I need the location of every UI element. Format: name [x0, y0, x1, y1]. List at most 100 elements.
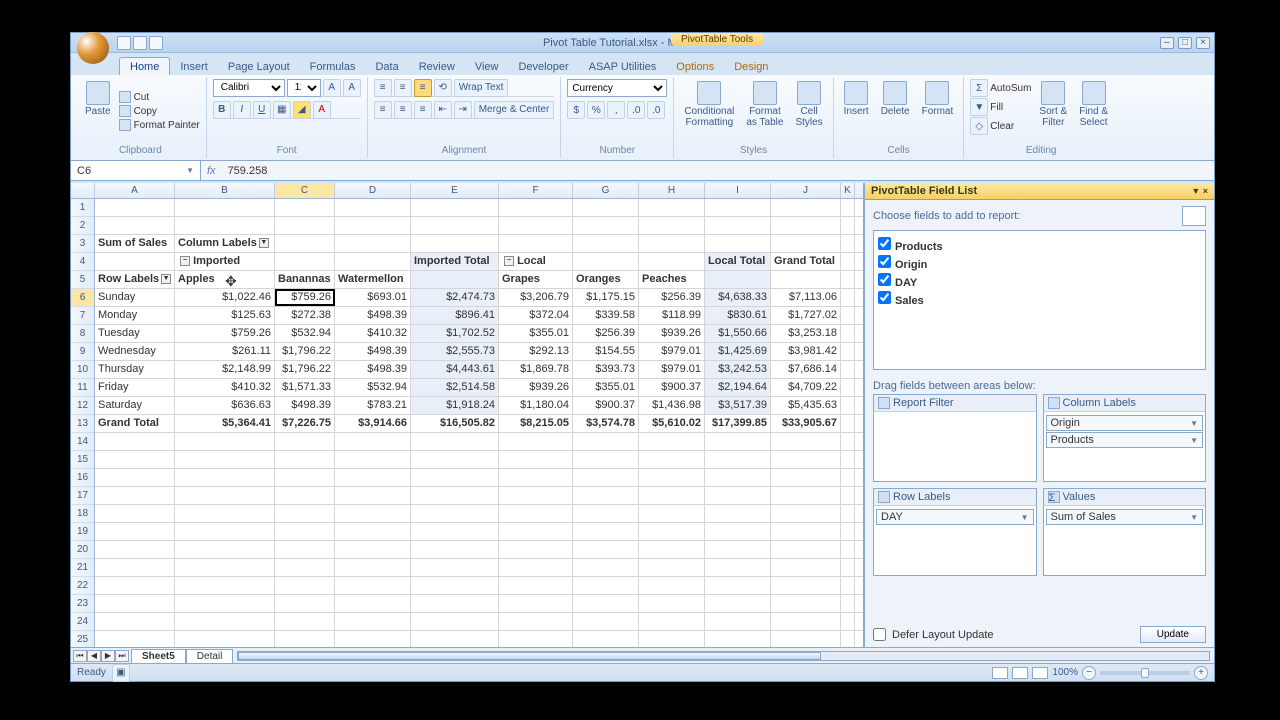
cell-F19[interactable] [499, 523, 573, 540]
row-header-13[interactable]: 13 [71, 415, 94, 433]
cell-A13[interactable]: Grand Total [95, 415, 175, 432]
cell-G8[interactable]: $256.39 [573, 325, 639, 342]
row-header-9[interactable]: 9 [71, 343, 94, 361]
cell-B25[interactable] [175, 631, 275, 648]
cell-J5[interactable] [771, 271, 841, 288]
cell-J4[interactable]: Grand Total [771, 253, 841, 270]
cell-F10[interactable]: $1,869.78 [499, 361, 573, 378]
tab-view[interactable]: View [465, 58, 509, 75]
cell-G15[interactable] [573, 451, 639, 468]
align-bottom-button[interactable]: ≡ [414, 79, 432, 97]
cell-A3[interactable]: Sum of Sales [95, 235, 175, 252]
cell-K18[interactable] [841, 505, 855, 522]
cell-D13[interactable]: $3,914.66 [335, 415, 411, 432]
cell-G14[interactable] [573, 433, 639, 450]
cell-K14[interactable] [841, 433, 855, 450]
cell-A11[interactable]: Friday [95, 379, 175, 396]
cell-C22[interactable] [275, 577, 335, 594]
cell-B5[interactable]: Apples [175, 271, 275, 288]
cell-C10[interactable]: $1,796.22 [275, 361, 335, 378]
cell-A21[interactable] [95, 559, 175, 576]
column-header-H[interactable]: H [639, 183, 705, 198]
row-header-16[interactable]: 16 [71, 469, 94, 487]
cell-D5[interactable]: Watermellon [335, 271, 411, 288]
cell-D1[interactable] [335, 199, 411, 216]
cut-button[interactable]: Cut [119, 91, 200, 103]
cell-E5[interactable] [411, 271, 499, 288]
cell-E4[interactable]: Imported Total [411, 253, 499, 270]
cell-E11[interactable]: $2,514.58 [411, 379, 499, 396]
cell-E25[interactable] [411, 631, 499, 648]
cell-E24[interactable] [411, 613, 499, 630]
cell-C21[interactable] [275, 559, 335, 576]
name-box[interactable]: C6▼ [71, 161, 201, 180]
cell-E15[interactable] [411, 451, 499, 468]
collapse-icon[interactable]: − [180, 256, 190, 266]
cell-H12[interactable]: $1,436.98 [639, 397, 705, 414]
qat-undo-icon[interactable] [133, 36, 147, 50]
cell-H5[interactable]: Peaches [639, 271, 705, 288]
cell-H9[interactable]: $979.01 [639, 343, 705, 360]
cell-F13[interactable]: $8,215.05 [499, 415, 573, 432]
cell-B19[interactable] [175, 523, 275, 540]
cell-K1[interactable] [841, 199, 855, 216]
worksheet-grid[interactable]: ABCDEFGHIJK 1234567891011121314151617181… [71, 183, 864, 649]
cell-K6[interactable] [841, 289, 855, 306]
cell-I22[interactable] [705, 577, 771, 594]
cell-H14[interactable] [639, 433, 705, 450]
font-color-button[interactable]: A [313, 101, 331, 119]
cell-E6[interactable]: $2,474.73 [411, 289, 499, 306]
formula-value[interactable]: 759.258 [222, 165, 274, 177]
cell-J12[interactable]: $5,435.63 [771, 397, 841, 414]
row-header-19[interactable]: 19 [71, 523, 94, 541]
row-header-15[interactable]: 15 [71, 451, 94, 469]
cell-G13[interactable]: $3,574.78 [573, 415, 639, 432]
cell-F20[interactable] [499, 541, 573, 558]
column-header-E[interactable]: E [411, 183, 499, 198]
cell-E19[interactable] [411, 523, 499, 540]
cell-J23[interactable] [771, 595, 841, 612]
cell-C3[interactable] [275, 235, 335, 252]
cell-H15[interactable] [639, 451, 705, 468]
cell-G9[interactable]: $154.55 [573, 343, 639, 360]
area-item-dropdown-icon[interactable]: ▼ [1190, 436, 1198, 445]
area-item-dropdown-icon[interactable]: ▼ [1190, 513, 1198, 522]
cell-C1[interactable] [275, 199, 335, 216]
cell-B6[interactable]: $1,022.46 [175, 289, 275, 306]
conditional-formatting-button[interactable]: Conditional Formatting [680, 79, 738, 143]
cell-G2[interactable] [573, 217, 639, 234]
cell-B13[interactable]: $5,364.41 [175, 415, 275, 432]
increase-decimal-button[interactable]: .0 [627, 101, 645, 119]
cell-I19[interactable] [705, 523, 771, 540]
cell-B23[interactable] [175, 595, 275, 612]
cell-E16[interactable] [411, 469, 499, 486]
row-header-6[interactable]: 6 [71, 289, 94, 307]
macro-record-icon[interactable]: ▣ [112, 664, 130, 682]
delete-cells-button[interactable]: Delete [877, 79, 914, 143]
cell-D9[interactable]: $498.39 [335, 343, 411, 360]
clear-button[interactable]: ◇Clear [970, 117, 1031, 135]
cell-C11[interactable]: $1,571.33 [275, 379, 335, 396]
cell-I5[interactable] [705, 271, 771, 288]
cell-C5[interactable]: Banannas [275, 271, 335, 288]
sheet-nav-first[interactable]: ⏮ [73, 650, 87, 662]
area-item-dropdown-icon[interactable]: ▼ [1021, 513, 1029, 522]
cell-H24[interactable] [639, 613, 705, 630]
cell-A9[interactable]: Wednesday [95, 343, 175, 360]
tab-asap-utilities[interactable]: ASAP Utilities [579, 58, 667, 75]
cell-D22[interactable] [335, 577, 411, 594]
cell-I1[interactable] [705, 199, 771, 216]
row-header-12[interactable]: 12 [71, 397, 94, 415]
cell-A6[interactable]: Sunday [95, 289, 175, 306]
cell-C12[interactable]: $498.39 [275, 397, 335, 414]
tab-options[interactable]: Options [666, 58, 724, 75]
cell-D12[interactable]: $783.21 [335, 397, 411, 414]
cell-G7[interactable]: $339.58 [573, 307, 639, 324]
fill-color-button[interactable]: ◢ [293, 101, 311, 119]
zoom-level[interactable]: 100% [1052, 667, 1078, 678]
cell-C17[interactable] [275, 487, 335, 504]
field-list-fields[interactable]: ProductsOriginDAYSales [873, 230, 1206, 370]
shrink-font-button[interactable]: A [343, 79, 361, 97]
area-item-dropdown-icon[interactable]: ▼ [1190, 419, 1198, 428]
cell-H22[interactable] [639, 577, 705, 594]
